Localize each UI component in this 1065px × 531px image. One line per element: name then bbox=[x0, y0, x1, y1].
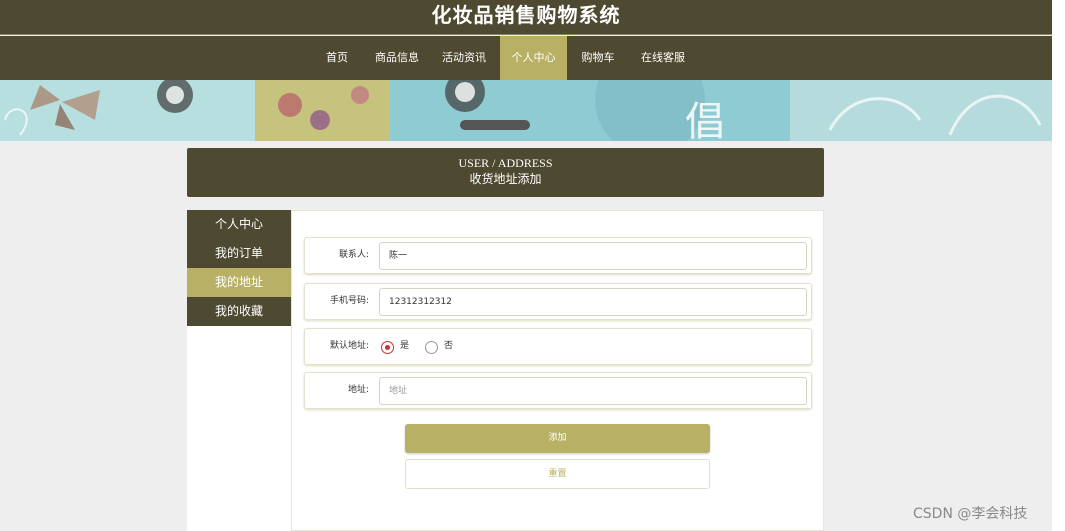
butterfly-icon bbox=[30, 85, 100, 130]
address-row: 地址: 地址 bbox=[304, 372, 812, 409]
default-yes-label: 是 bbox=[400, 341, 410, 351]
nav-online-service[interactable]: 在线客服 bbox=[633, 36, 693, 80]
nav-personal-center[interactable]: 个人中心 bbox=[500, 36, 567, 80]
reset-button[interactable]: 重置 bbox=[405, 459, 710, 489]
contact-row: 联系人: 陈一 bbox=[304, 237, 812, 274]
default-yes-radio[interactable] bbox=[381, 341, 394, 354]
address-label: 地址: bbox=[347, 385, 369, 395]
contact-label: 联系人: bbox=[338, 250, 369, 260]
sidebar-item-personal-center[interactable]: 个人中心 bbox=[187, 210, 291, 239]
nav-news[interactable]: 活动资讯 bbox=[436, 36, 492, 80]
default-address-label: 默认地址: bbox=[329, 341, 369, 351]
sidebar: 个人中心 我的订单 我的地址 我的收藏 bbox=[187, 210, 291, 531]
sidebar-item-favorites[interactable]: 我的收藏 bbox=[187, 297, 291, 326]
contact-input[interactable]: 陈一 bbox=[379, 242, 807, 270]
default-no-radio[interactable] bbox=[425, 341, 438, 354]
default-address-row: 默认地址: 是 否 bbox=[304, 328, 812, 365]
default-no-label: 否 bbox=[444, 341, 454, 351]
banner-image: 倡 bbox=[0, 80, 1052, 141]
site-title: 化妆品销售购物系统 bbox=[0, 0, 1052, 35]
page-header: USER / ADDRESS 收货地址添加 bbox=[187, 148, 824, 197]
phone-row: 手机号码: 12312312312 bbox=[304, 283, 812, 320]
address-input[interactable]: 地址 bbox=[379, 377, 807, 405]
page: 化妆品销售购物系统 首页 商品信息 活动资讯 个人中心 购物车 在线客服 倡 U… bbox=[0, 0, 1052, 531]
svg-text:倡: 倡 bbox=[685, 99, 725, 141]
add-button[interactable]: 添加 bbox=[405, 424, 710, 453]
nav-home[interactable]: 首页 bbox=[316, 36, 358, 80]
page-header-english: USER / ADDRESS bbox=[458, 156, 553, 170]
main-nav: 首页 商品信息 活动资讯 个人中心 购物车 在线客服 bbox=[0, 36, 1052, 80]
phone-label: 手机号码: bbox=[329, 296, 369, 306]
phone-input[interactable]: 12312312312 bbox=[379, 288, 807, 316]
nav-cart[interactable]: 购物车 bbox=[574, 36, 622, 80]
sidebar-item-orders[interactable]: 我的订单 bbox=[187, 239, 291, 268]
page-header-chinese: 收货地址添加 bbox=[469, 172, 542, 186]
sidebar-item-address[interactable]: 我的地址 bbox=[187, 268, 291, 297]
slider-indicator[interactable] bbox=[460, 120, 530, 130]
watermark: CSDN @李会科技 bbox=[913, 506, 1028, 522]
nav-products[interactable]: 商品信息 bbox=[369, 36, 425, 80]
